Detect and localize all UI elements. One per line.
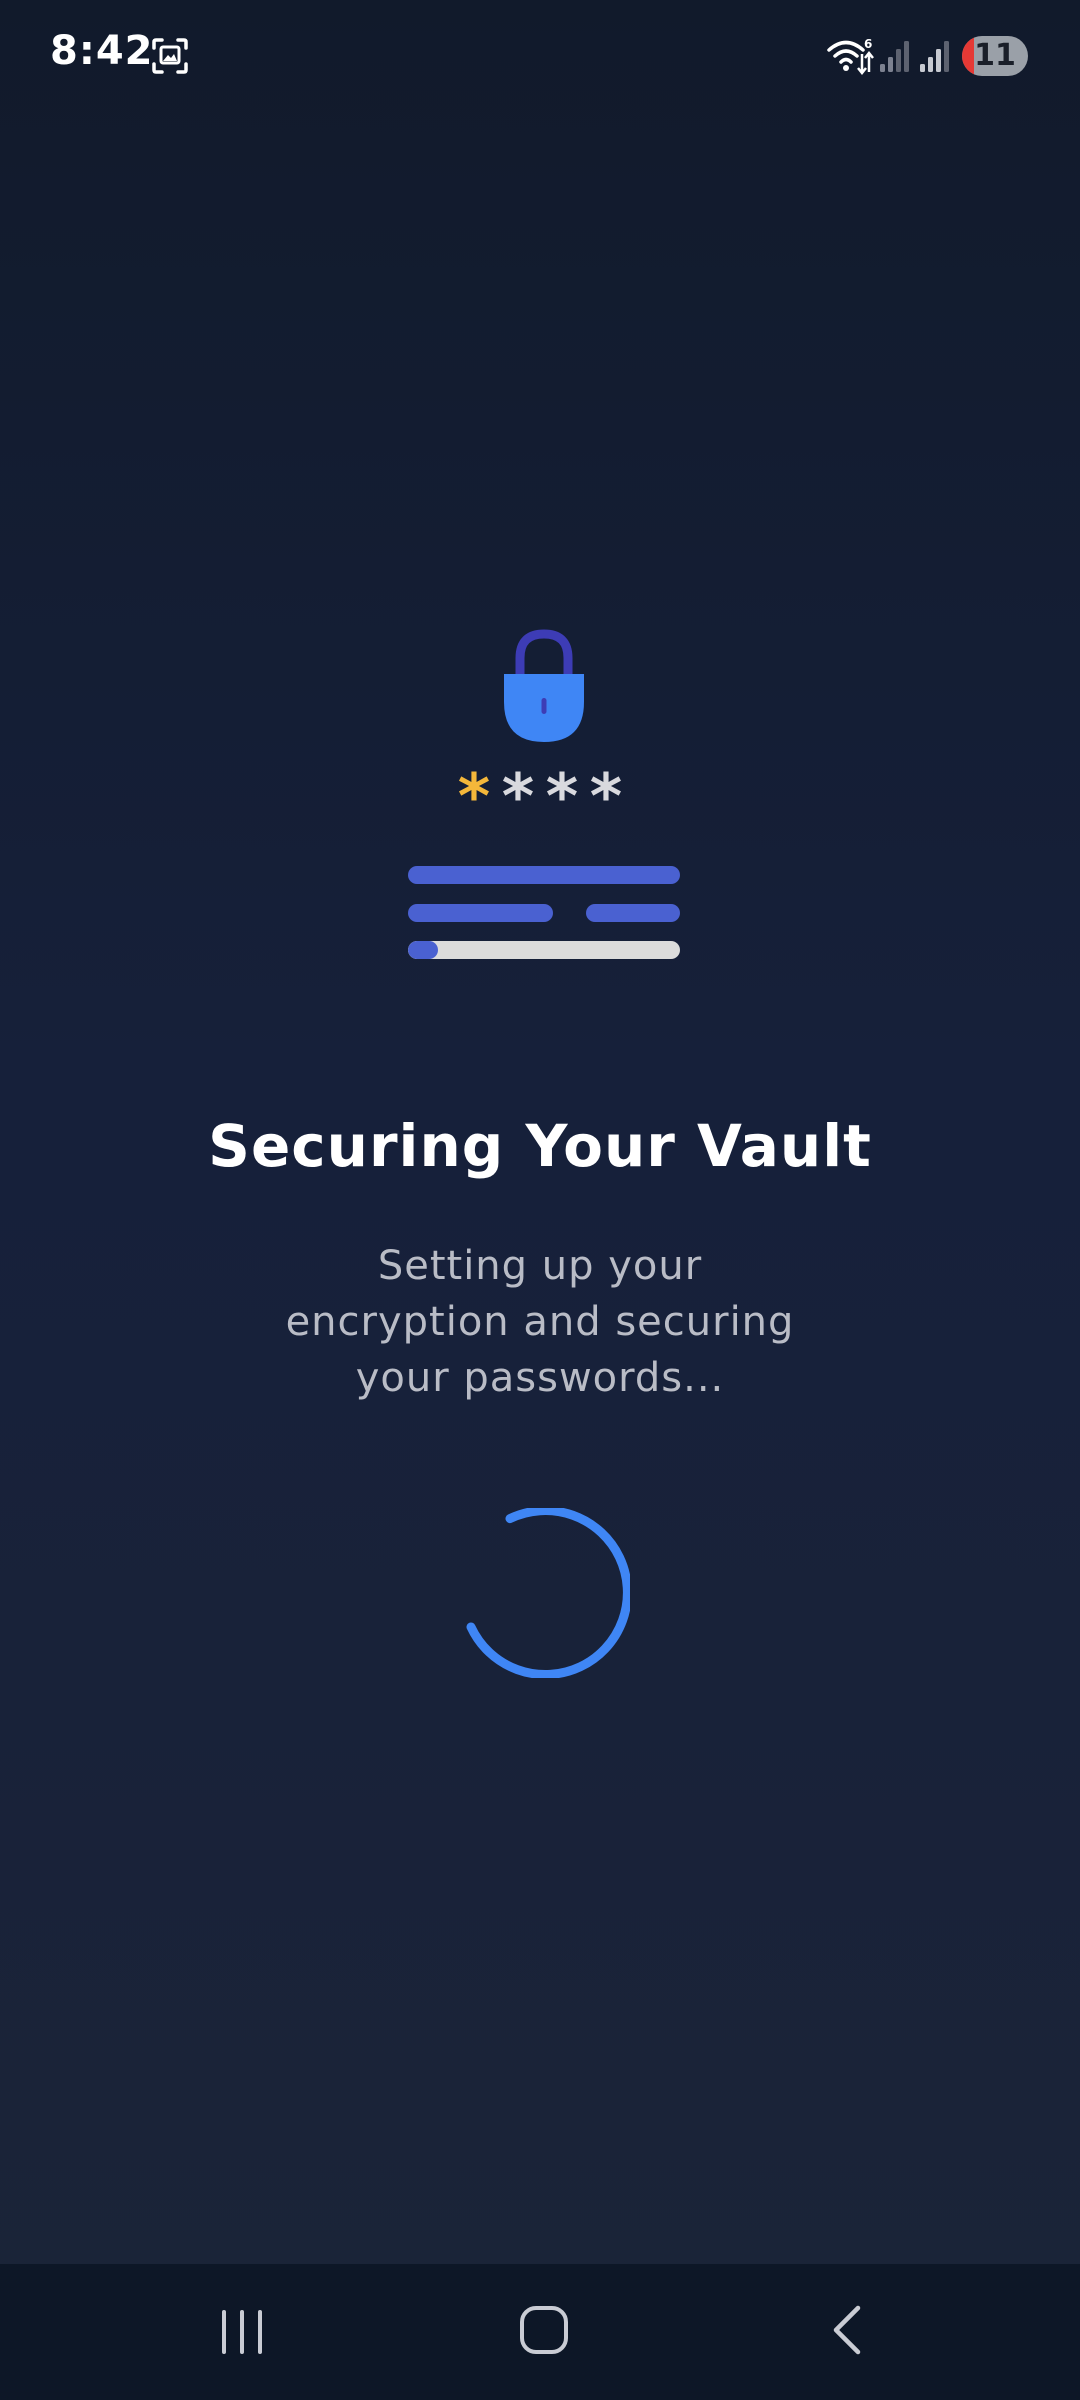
loading-spinner-icon bbox=[466, 1508, 630, 1678]
password-mask-accent-char: * bbox=[457, 760, 491, 833]
text-line bbox=[408, 904, 553, 922]
svg-text:6: 6 bbox=[864, 37, 872, 51]
recents-icon[interactable] bbox=[212, 2304, 272, 2360]
progress-fill bbox=[408, 941, 438, 959]
lock-icon bbox=[504, 629, 584, 742]
wifi-icon: 6 bbox=[827, 37, 874, 76]
status-bar: 8:42 6 11 bbox=[0, 0, 1080, 115]
progress-bar bbox=[408, 941, 680, 959]
password-mask-char: * bbox=[589, 760, 623, 833]
password-mask-char: * bbox=[545, 760, 579, 833]
screenshot-icon bbox=[152, 38, 188, 74]
status-time: 8:42 bbox=[50, 28, 154, 74]
page-title: Securing Your Vault bbox=[208, 1112, 872, 1180]
battery-level: 11 bbox=[974, 38, 1016, 73]
navigation-bar bbox=[0, 2264, 1080, 2400]
home-icon[interactable] bbox=[514, 2300, 574, 2360]
text-line bbox=[408, 866, 680, 884]
battery-icon: 11 bbox=[962, 36, 1028, 76]
text-line bbox=[586, 904, 680, 922]
document-lines bbox=[408, 862, 680, 962]
back-icon[interactable] bbox=[822, 2300, 872, 2360]
signal-icon bbox=[880, 41, 909, 72]
vault-illustration: * * * * bbox=[0, 600, 1080, 980]
password-mask-char: * bbox=[501, 760, 535, 833]
signal-icon bbox=[920, 41, 949, 72]
page-subtitle: Setting up your encryption and securing … bbox=[285, 1243, 795, 1401]
password-mask: * * * * bbox=[0, 766, 1080, 828]
